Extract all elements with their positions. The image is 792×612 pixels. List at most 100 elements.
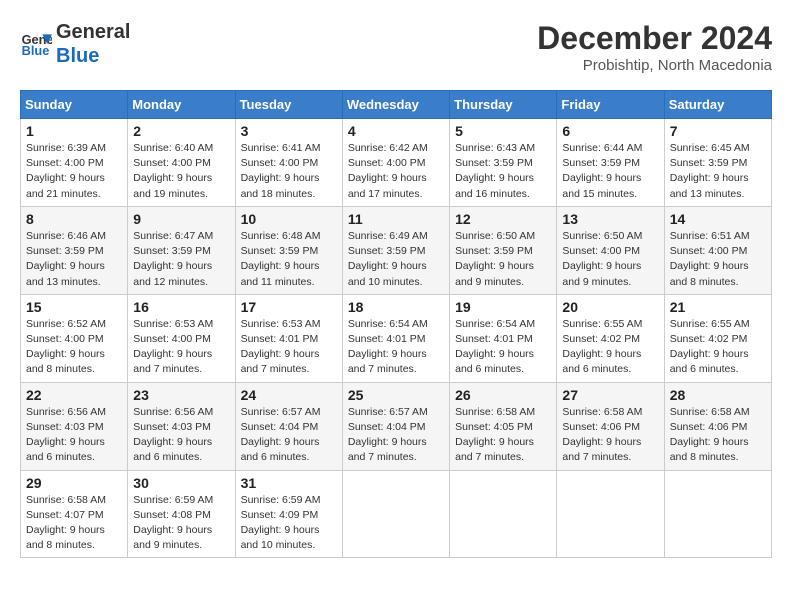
- table-row: 5 Sunrise: 6:43 AMSunset: 3:59 PMDaylight…: [450, 119, 557, 207]
- day-info: Sunrise: 6:39 AMSunset: 4:00 PMDaylight:…: [26, 141, 122, 202]
- day-number: 11: [348, 211, 444, 227]
- day-info: Sunrise: 6:58 AMSunset: 4:05 PMDaylight:…: [455, 405, 551, 466]
- day-info: Sunrise: 6:41 AMSunset: 4:00 PMDaylight:…: [241, 141, 337, 202]
- page-header: General Blue General Blue December 2024 …: [20, 20, 772, 74]
- table-row: 2 Sunrise: 6:40 AMSunset: 4:00 PMDaylight…: [128, 119, 235, 207]
- table-row: 31Sunrise: 6:59 AMSunset: 4:09 PMDayligh…: [235, 470, 342, 558]
- day-number: 20: [562, 299, 658, 315]
- day-number: 18: [348, 299, 444, 315]
- table-row: [557, 470, 664, 558]
- table-row: 6Sunrise: 6:44 AMSunset: 3:59 PMDaylight…: [557, 119, 664, 207]
- day-info: Sunrise: 6:56 AMSunset: 4:03 PMDaylight:…: [133, 405, 229, 466]
- table-row: 10 Sunrise: 6:48 AMSunset: 3:59 PMDayligh…: [235, 206, 342, 294]
- table-row: 29 Sunrise: 6:58 AMSunset: 4:07 PMDayligh…: [21, 470, 128, 558]
- day-number: 26: [455, 387, 551, 403]
- header-thursday: Thursday: [450, 91, 557, 119]
- table-row: 11 Sunrise: 6:49 AMSunset: 3:59 PMDayligh…: [342, 206, 449, 294]
- day-info: Sunrise: 6:46 AMSunset: 3:59 PMDaylight:…: [26, 229, 122, 290]
- day-number: 1: [26, 123, 122, 139]
- day-number: 16: [133, 299, 229, 315]
- logo-general-text: General: [56, 20, 130, 44]
- table-row: 26 Sunrise: 6:58 AMSunset: 4:05 PMDayligh…: [450, 382, 557, 470]
- header-sunday: Sunday: [21, 91, 128, 119]
- title-block: December 2024 Probishtip, North Macedoni…: [537, 20, 772, 74]
- day-number: 30: [133, 475, 229, 491]
- svg-text:Blue: Blue: [22, 43, 50, 58]
- day-info: Sunrise: 6:58 AMSunset: 4:06 PMDaylight:…: [562, 405, 658, 466]
- day-number: 5: [455, 123, 551, 139]
- day-number: 4: [348, 123, 444, 139]
- header-monday: Monday: [128, 91, 235, 119]
- day-info: Sunrise: 6:42 AMSunset: 4:00 PMDaylight:…: [348, 141, 444, 202]
- logo: General Blue General Blue: [20, 20, 130, 68]
- table-row: 20Sunrise: 6:55 AMSunset: 4:02 PMDayligh…: [557, 294, 664, 382]
- logo-blue-text: Blue: [56, 44, 130, 68]
- table-row: 19 Sunrise: 6:54 AMSunset: 4:01 PMDayligh…: [450, 294, 557, 382]
- day-info: Sunrise: 6:47 AMSunset: 3:59 PMDaylight:…: [133, 229, 229, 290]
- calendar-week-row: 29 Sunrise: 6:58 AMSunset: 4:07 PMDayligh…: [21, 470, 772, 558]
- day-number: 12: [455, 211, 551, 227]
- day-info: Sunrise: 6:45 AMSunset: 3:59 PMDaylight:…: [670, 141, 766, 202]
- day-number: 22: [26, 387, 122, 403]
- table-row: 13 Sunrise: 6:50 AMSunset: 4:00 PMDayligh…: [557, 206, 664, 294]
- day-number: 23: [133, 387, 229, 403]
- day-info: Sunrise: 6:54 AMSunset: 4:01 PMDaylight:…: [455, 317, 551, 378]
- day-info: Sunrise: 6:58 AMSunset: 4:07 PMDaylight:…: [26, 493, 122, 554]
- table-row: [664, 470, 771, 558]
- table-row: 12 Sunrise: 6:50 AMSunset: 3:59 PMDayligh…: [450, 206, 557, 294]
- day-info: Sunrise: 6:59 AMSunset: 4:08 PMDaylight:…: [133, 493, 229, 554]
- calendar-table: Sunday Monday Tuesday Wednesday Thursday…: [20, 90, 772, 558]
- day-info: Sunrise: 6:48 AMSunset: 3:59 PMDaylight:…: [241, 229, 337, 290]
- table-row: 24Sunrise: 6:57 AMSunset: 4:04 PMDayligh…: [235, 382, 342, 470]
- header-wednesday: Wednesday: [342, 91, 449, 119]
- day-info: Sunrise: 6:44 AMSunset: 3:59 PMDaylight:…: [562, 141, 658, 202]
- table-row: 25Sunrise: 6:57 AMSunset: 4:04 PMDayligh…: [342, 382, 449, 470]
- day-info: Sunrise: 6:40 AMSunset: 4:00 PMDaylight:…: [133, 141, 229, 202]
- table-row: 14Sunrise: 6:51 AMSunset: 4:00 PMDayligh…: [664, 206, 771, 294]
- day-info: Sunrise: 6:51 AMSunset: 4:00 PMDaylight:…: [670, 229, 766, 290]
- calendar-week-row: 22 Sunrise: 6:56 AMSunset: 4:03 PMDayligh…: [21, 382, 772, 470]
- calendar-header-row: Sunday Monday Tuesday Wednesday Thursday…: [21, 91, 772, 119]
- day-info: Sunrise: 6:58 AMSunset: 4:06 PMDaylight:…: [670, 405, 766, 466]
- day-info: Sunrise: 6:50 AMSunset: 4:00 PMDaylight:…: [562, 229, 658, 290]
- table-row: 21 Sunrise: 6:55 AMSunset: 4:02 PMDayligh…: [664, 294, 771, 382]
- day-number: 27: [562, 387, 658, 403]
- day-info: Sunrise: 6:50 AMSunset: 3:59 PMDaylight:…: [455, 229, 551, 290]
- header-saturday: Saturday: [664, 91, 771, 119]
- table-row: [342, 470, 449, 558]
- day-info: Sunrise: 6:54 AMSunset: 4:01 PMDaylight:…: [348, 317, 444, 378]
- day-number: 8: [26, 211, 122, 227]
- day-number: 2: [133, 123, 229, 139]
- day-number: 21: [670, 299, 766, 315]
- day-number: 17: [241, 299, 337, 315]
- day-number: 7: [670, 123, 766, 139]
- day-number: 3: [241, 123, 337, 139]
- day-number: 19: [455, 299, 551, 315]
- location-subtitle: Probishtip, North Macedonia: [537, 57, 772, 74]
- day-info: Sunrise: 6:55 AMSunset: 4:02 PMDaylight:…: [670, 317, 766, 378]
- table-row: 1 Sunrise: 6:39 AMSunset: 4:00 PMDaylight…: [21, 119, 128, 207]
- table-row: 15Sunrise: 6:52 AMSunset: 4:00 PMDayligh…: [21, 294, 128, 382]
- day-number: 13: [562, 211, 658, 227]
- day-info: Sunrise: 6:56 AMSunset: 4:03 PMDaylight:…: [26, 405, 122, 466]
- day-info: Sunrise: 6:43 AMSunset: 3:59 PMDaylight:…: [455, 141, 551, 202]
- table-row: 18 Sunrise: 6:54 AMSunset: 4:01 PMDayligh…: [342, 294, 449, 382]
- table-row: 28Sunrise: 6:58 AMSunset: 4:06 PMDayligh…: [664, 382, 771, 470]
- day-number: 24: [241, 387, 337, 403]
- table-row: [450, 470, 557, 558]
- table-row: 23 Sunrise: 6:56 AMSunset: 4:03 PMDayligh…: [128, 382, 235, 470]
- calendar-week-row: 15Sunrise: 6:52 AMSunset: 4:00 PMDayligh…: [21, 294, 772, 382]
- table-row: 17 Sunrise: 6:53 AMSunset: 4:01 PMDayligh…: [235, 294, 342, 382]
- day-info: Sunrise: 6:53 AMSunset: 4:00 PMDaylight:…: [133, 317, 229, 378]
- day-number: 9: [133, 211, 229, 227]
- day-number: 10: [241, 211, 337, 227]
- table-row: 22 Sunrise: 6:56 AMSunset: 4:03 PMDayligh…: [21, 382, 128, 470]
- day-number: 31: [241, 475, 337, 491]
- table-row: 30 Sunrise: 6:59 AMSunset: 4:08 PMDayligh…: [128, 470, 235, 558]
- header-tuesday: Tuesday: [235, 91, 342, 119]
- day-info: Sunrise: 6:53 AMSunset: 4:01 PMDaylight:…: [241, 317, 337, 378]
- month-title: December 2024: [537, 20, 772, 57]
- day-number: 29: [26, 475, 122, 491]
- table-row: 9 Sunrise: 6:47 AMSunset: 3:59 PMDaylight…: [128, 206, 235, 294]
- day-info: Sunrise: 6:49 AMSunset: 3:59 PMDaylight:…: [348, 229, 444, 290]
